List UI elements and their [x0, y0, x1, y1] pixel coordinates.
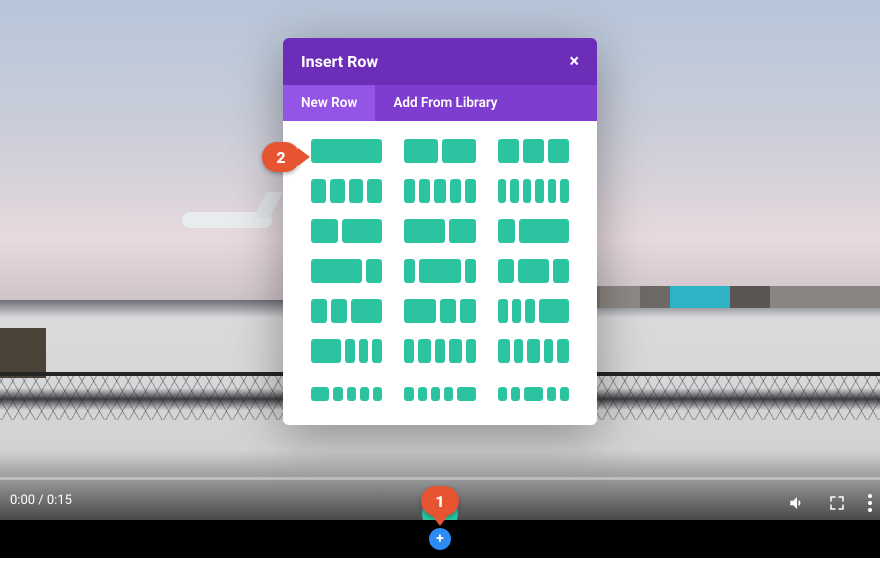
tab-add-from-library[interactable]: Add From Library: [375, 85, 515, 121]
layout-3col[interactable]: [498, 139, 569, 163]
layout-5col[interactable]: [404, 179, 475, 203]
modal-header: Insert Row × New Row Add From Library: [283, 38, 597, 121]
layout-2col[interactable]: [404, 139, 475, 163]
video-controls-right: [788, 494, 872, 512]
layout-3-1[interactable]: [311, 259, 382, 283]
layout-2-5[interactable]: [311, 219, 382, 243]
layout-4col[interactable]: [311, 179, 382, 203]
layout-1col[interactable]: [311, 139, 382, 163]
layout-thin-2-1-1-1-1[interactable]: [311, 387, 382, 401]
video-progress-bar[interactable]: [0, 477, 880, 480]
modal-tabs: New Row Add From Library: [283, 85, 597, 121]
tab-new-row[interactable]: New Row: [283, 85, 375, 121]
layout-2-1-1[interactable]: [404, 299, 475, 323]
close-icon[interactable]: ×: [569, 53, 579, 71]
layout-14-1-14-1-14[interactable]: [498, 339, 569, 363]
row-layout-grid: [283, 121, 597, 387]
more-options-icon[interactable]: [868, 494, 872, 512]
volume-icon[interactable]: [788, 494, 806, 512]
insert-row-modal: Insert Row × New Row Add From Library: [283, 38, 597, 425]
layout-thin-1-1-2-1-1[interactable]: [498, 387, 569, 401]
video-time: 0:00 / 0:15: [10, 493, 72, 508]
layout-1-1-2[interactable]: [311, 299, 382, 323]
add-section-button[interactable]: +: [429, 528, 451, 550]
layout-1-4-1[interactable]: [404, 259, 475, 283]
layout-6col[interactable]: [498, 179, 569, 203]
layout-5-2[interactable]: [404, 219, 475, 243]
layout-1-14-1-14-1[interactable]: [404, 339, 475, 363]
layout-1-2-1[interactable]: [498, 259, 569, 283]
layout-thin-1-1-1-1-2[interactable]: [404, 387, 475, 401]
fullscreen-icon[interactable]: [828, 494, 846, 512]
layout-3-1-1-1[interactable]: [311, 339, 382, 363]
layout-1-1-1-3[interactable]: [498, 299, 569, 323]
annotation-2: 2: [262, 142, 300, 172]
row-layout-grid-thin: [283, 387, 597, 425]
layout-1-3[interactable]: [498, 219, 569, 243]
modal-title: Insert Row: [301, 52, 378, 71]
annotation-1: 1: [421, 486, 459, 516]
